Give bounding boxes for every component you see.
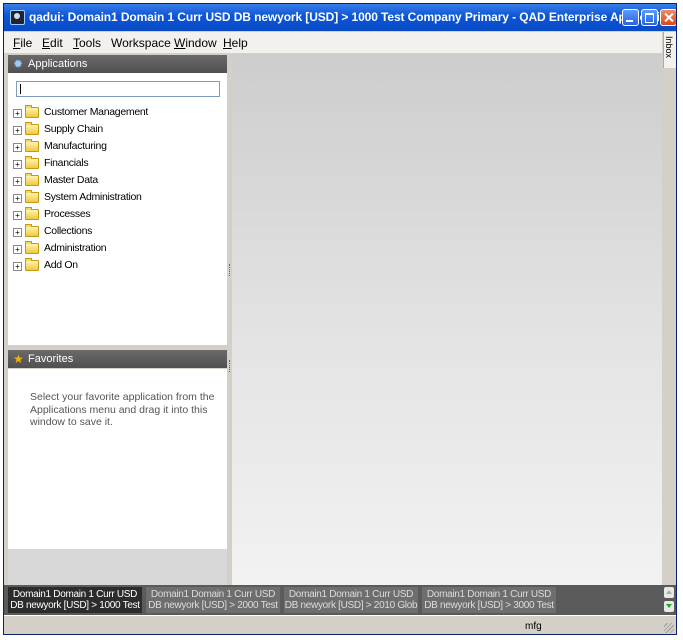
favorites-hint: Select your favorite application from th…: [30, 391, 215, 428]
expand-icon[interactable]: +: [13, 194, 22, 203]
expand-icon[interactable]: +: [13, 228, 22, 237]
expand-icon[interactable]: +: [13, 160, 22, 169]
close-button[interactable]: [660, 9, 676, 26]
scroll-down-icon[interactable]: [664, 601, 674, 612]
expand-icon[interactable]: +: [13, 109, 22, 118]
task-tab-2000-test[interactable]: Domain1 Domain 1 Curr USD DB newyork [US…: [146, 587, 280, 613]
folder-icon: [25, 139, 39, 152]
resize-grip-icon[interactable]: [664, 623, 674, 633]
folder-icon: [25, 173, 39, 186]
window-title: qadui: Domain1 Domain 1 Curr USD DB newy…: [29, 10, 677, 24]
applications-search-input[interactable]: [16, 81, 220, 97]
inbox-tab[interactable]: Inbox: [663, 32, 676, 68]
inbox-label: Inbox: [664, 36, 674, 59]
folder-icon: [25, 156, 39, 169]
expand-icon[interactable]: +: [13, 177, 22, 186]
favorites-header[interactable]: ★ Favorites: [8, 350, 227, 368]
favorites-header-label: Favorites: [28, 353, 74, 365]
taskbar-scroller: [662, 585, 676, 615]
folder-icon: [25, 258, 39, 271]
app-window: qadui: Domain1 Domain 1 Curr USD DB newy…: [3, 3, 677, 635]
task-tab-3000-test[interactable]: Domain1 Domain 1 Curr USD DB newyork [US…: [422, 587, 556, 613]
status-bar: mfg: [4, 615, 676, 634]
app-icon: [10, 10, 25, 25]
menu-tools[interactable]: Tools: [73, 36, 101, 50]
expand-icon[interactable]: +: [13, 245, 22, 254]
menu-bar: File Edit Tools Workspace Window Help: [4, 32, 662, 53]
folder-icon: [25, 105, 39, 118]
minimize-button[interactable]: [622, 9, 639, 26]
text-caret: [20, 84, 21, 94]
applications-header-label: Applications: [28, 58, 88, 70]
menu-workspace[interactable]: Workspace: [111, 36, 171, 50]
favorites-panel[interactable]: Select your favorite application from th…: [8, 369, 227, 549]
expand-icon[interactable]: +: [13, 126, 22, 135]
expand-icon[interactable]: +: [13, 262, 22, 271]
folder-icon: [25, 190, 39, 203]
applications-panel: + Customer Management + Supply Chain + Manu…: [8, 73, 227, 345]
scroll-up-icon[interactable]: [664, 587, 674, 598]
left-panel-footer: [8, 549, 227, 585]
menu-file[interactable]: File: [13, 36, 32, 50]
expand-icon[interactable]: +: [13, 211, 22, 220]
task-tab-2010-glob[interactable]: Domain1 Domain 1 Curr USD DB newyork [US…: [284, 587, 418, 613]
folder-icon: [25, 241, 39, 254]
gear-icon: ✹: [13, 57, 24, 71]
maximize-button[interactable]: [641, 9, 658, 26]
workspace-area[interactable]: [232, 54, 662, 586]
menu-help[interactable]: Help: [223, 36, 248, 50]
folder-icon: [25, 224, 39, 237]
folder-icon: [25, 207, 39, 220]
star-icon: ★: [13, 352, 24, 366]
status-domain: mfg: [525, 621, 542, 632]
task-tab-1000-test[interactable]: Domain1 Domain 1 Curr USD DB newyork [US…: [8, 587, 142, 613]
menu-window[interactable]: Window: [174, 36, 217, 50]
folder-icon: [25, 122, 39, 135]
expand-icon[interactable]: +: [13, 143, 22, 152]
applications-header[interactable]: ✹ Applications: [8, 55, 227, 73]
task-bar: Domain1 Domain 1 Curr USD DB newyork [US…: [4, 585, 662, 615]
menu-edit[interactable]: Edit: [42, 36, 63, 50]
title-bar[interactable]: qadui: Domain1 Domain 1 Curr USD DB newy…: [4, 4, 676, 31]
